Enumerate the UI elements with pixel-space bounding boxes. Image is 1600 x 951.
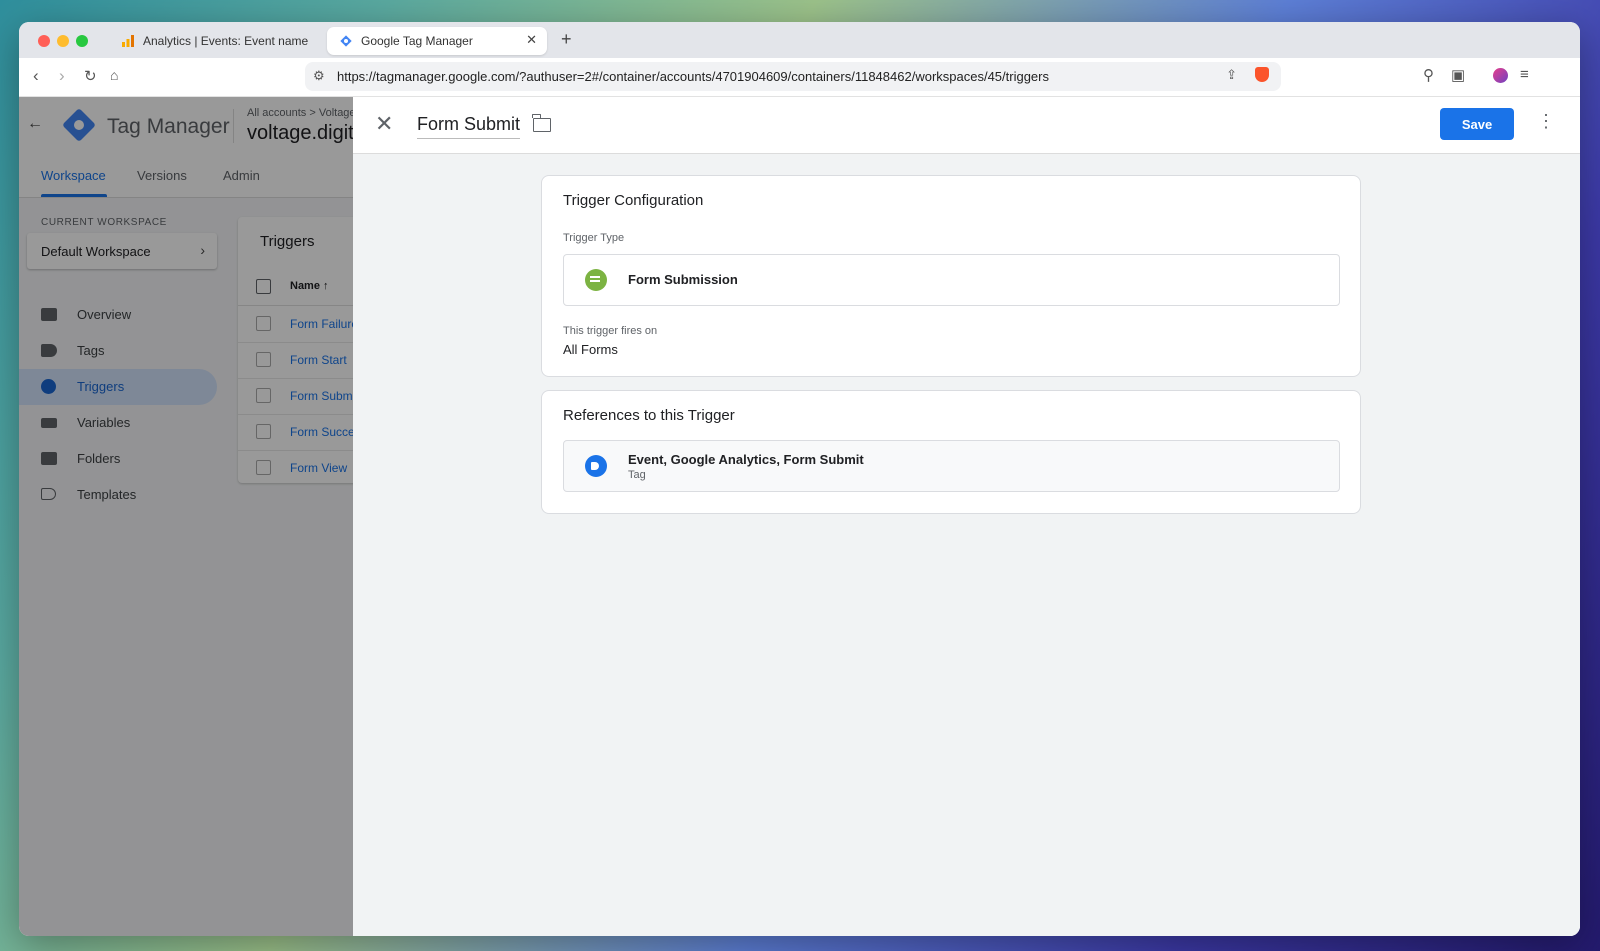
- browser-toolbar: ‹ › ↻ ⌂ ⚙ https://tagmanager.google.com/…: [19, 58, 1580, 97]
- card-title: Trigger Configuration: [563, 192, 704, 209]
- home-icon[interactable]: ⌂: [110, 67, 118, 83]
- trigger-editor-sheet: ✕ Form Submit Save ⋮ Trigger Configurati…: [353, 97, 1580, 936]
- trigger-name-field[interactable]: Form Submit: [417, 114, 521, 139]
- reference-item[interactable]: Event, Google Analytics, Form Submit Tag: [563, 440, 1340, 492]
- browser-tab-title: Google Tag Manager: [361, 34, 473, 48]
- trigger-type-box[interactable]: Form Submission: [563, 254, 1340, 306]
- reference-name: Event, Google Analytics, Form Submit: [628, 452, 864, 467]
- brave-shield-icon[interactable]: [1255, 67, 1269, 82]
- close-window-button[interactable]: [38, 35, 50, 47]
- browser-tab-analytics[interactable]: Analytics | Events: Event name: [109, 27, 309, 55]
- reload-icon[interactable]: ↻: [84, 67, 97, 85]
- trigger-type-label: Trigger Type: [563, 232, 625, 244]
- profile-avatar[interactable]: [1493, 68, 1508, 83]
- gtm-favicon-icon: [339, 34, 353, 48]
- address-bar[interactable]: ⚙ https://tagmanager.google.com/?authuse…: [305, 62, 1281, 91]
- folder-icon[interactable]: [532, 114, 551, 132]
- form-submission-icon: [585, 269, 607, 291]
- close-tab-icon[interactable]: ✕: [526, 32, 537, 48]
- url-text: https://tagmanager.google.com/?authuser=…: [337, 69, 1049, 84]
- site-settings-icon[interactable]: ⚙: [313, 68, 325, 84]
- trigger-type-value: Form Submission: [628, 272, 738, 287]
- browser-tab-gtm[interactable]: Google Tag Manager ✕: [327, 27, 547, 55]
- new-tab-icon[interactable]: +: [561, 29, 572, 50]
- references-card: References to this Trigger Event, Google…: [541, 390, 1361, 514]
- reader-mode-icon[interactable]: ▣: [1451, 66, 1465, 84]
- menu-icon[interactable]: ≡: [1520, 66, 1529, 83]
- trigger-configuration-card[interactable]: Trigger Configuration Trigger Type Form …: [541, 175, 1361, 377]
- browser-tab-title: Analytics | Events: Event name: [143, 34, 309, 48]
- extensions-icon[interactable]: ⚲: [1423, 66, 1434, 84]
- fires-on-value: All Forms: [563, 342, 618, 357]
- back-icon[interactable]: ‹: [33, 66, 39, 86]
- browser-window: Analytics | Events: Event name Google Ta…: [19, 22, 1580, 936]
- card-title: References to this Trigger: [563, 407, 735, 424]
- sheet-header: ✕ Form Submit Save ⋮: [353, 97, 1580, 154]
- close-icon[interactable]: ✕: [375, 111, 393, 137]
- fires-on-label: This trigger fires on: [563, 325, 658, 337]
- forward-icon[interactable]: ›: [59, 66, 65, 86]
- share-icon[interactable]: ⇪: [1226, 67, 1237, 83]
- more-options-icon[interactable]: ⋮: [1537, 111, 1555, 132]
- minimize-window-button[interactable]: [57, 35, 69, 47]
- gtm-app: ← Tag Manager All accounts > Voltage vol…: [19, 97, 1580, 936]
- reference-type: Tag: [628, 469, 646, 481]
- analytics-favicon-icon: [121, 34, 135, 48]
- save-button[interactable]: Save: [1440, 108, 1514, 140]
- maximize-window-button[interactable]: [76, 35, 88, 47]
- modal-backdrop[interactable]: [19, 97, 359, 936]
- tab-strip: Analytics | Events: Event name Google Ta…: [19, 22, 1580, 58]
- tag-icon: [585, 455, 607, 477]
